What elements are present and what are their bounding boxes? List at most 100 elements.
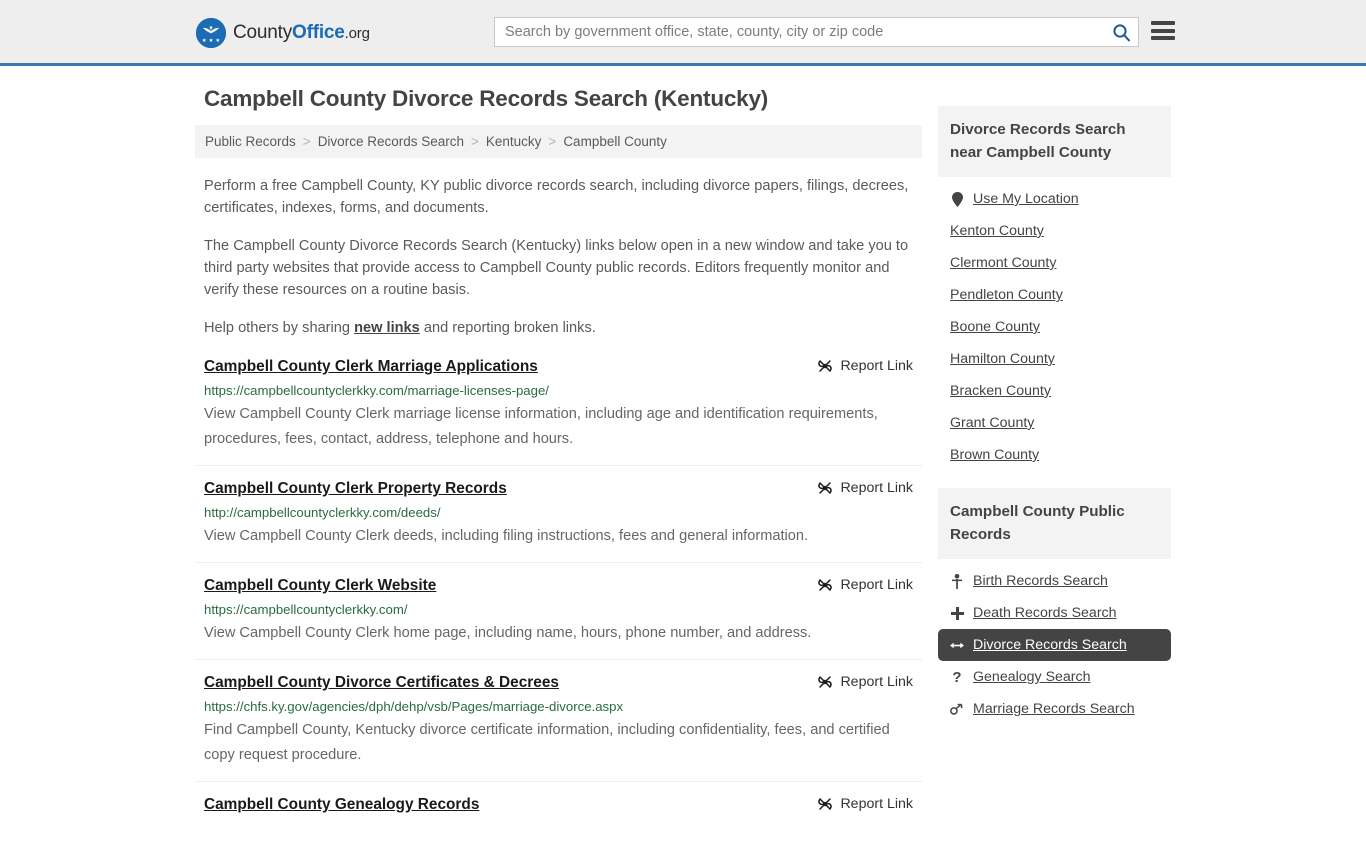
search-icon bbox=[1112, 23, 1130, 41]
result-item: Campbell County Clerk Website Report Lin… bbox=[195, 576, 922, 660]
breadcrumb-item-public-records[interactable]: Public Records bbox=[205, 134, 296, 149]
sidebar-item-label: Birth Records Search bbox=[973, 573, 1108, 589]
report-link-label: Report Link bbox=[840, 674, 913, 690]
intro-p3-before: Help others by sharing bbox=[204, 320, 355, 336]
sidebar-item-grant-county[interactable]: Grant County bbox=[938, 407, 1171, 439]
breadcrumb: Public Records > Divorce Records Search … bbox=[195, 125, 922, 158]
site-header: CountyOffice.org bbox=[0, 0, 1366, 66]
county-office-logo-icon bbox=[196, 18, 226, 48]
report-link-button[interactable]: Report Link bbox=[817, 479, 913, 496]
nearby-list: Use My Location Kenton County Clermont C… bbox=[938, 177, 1171, 471]
search-button[interactable] bbox=[1104, 18, 1138, 46]
report-link-button[interactable]: Report Link bbox=[817, 576, 913, 593]
breadcrumb-item-kentucky[interactable]: Kentucky bbox=[486, 134, 542, 149]
hamburger-bar bbox=[1151, 21, 1175, 25]
result-item: Campbell County Divorce Certificates & D… bbox=[195, 673, 922, 782]
broken-link-icon bbox=[818, 360, 833, 372]
result-item: Campbell County Clerk Property Records R… bbox=[195, 479, 922, 563]
breadcrumb-item-campbell-county: Campbell County bbox=[563, 134, 667, 149]
site-logo[interactable]: CountyOffice.org bbox=[196, 18, 370, 48]
logo-text-org: .org bbox=[344, 25, 370, 42]
report-link-button[interactable]: Report Link bbox=[817, 673, 913, 690]
report-link-label: Report Link bbox=[840, 480, 913, 496]
sidebar-item-label: Use My Location bbox=[973, 191, 1079, 207]
panel-public-records: Campbell County Public Records Birth Rec… bbox=[938, 488, 1171, 725]
intro-paragraph-3: Help others by sharing new links and rep… bbox=[204, 317, 913, 339]
result-url: https://campbellcountyclerkky.com/ bbox=[204, 602, 408, 617]
hamburger-bar bbox=[1151, 36, 1175, 40]
sidebar-item-label: Grant County bbox=[950, 415, 1035, 431]
sidebar-item-hamilton-county[interactable]: Hamilton County bbox=[938, 343, 1171, 375]
search-input[interactable] bbox=[495, 18, 1104, 46]
result-title-link[interactable]: Campbell County Genealogy Records bbox=[204, 795, 479, 815]
result-description: Find Campbell County, Kentucky divorce c… bbox=[204, 722, 890, 763]
result-header: Campbell County Genealogy Records Report… bbox=[204, 795, 913, 815]
result-description: View Campbell County Clerk deeds, includ… bbox=[204, 528, 809, 544]
sidebar-item-label: Boone County bbox=[950, 319, 1040, 335]
page-title: Campbell County Divorce Records Search (… bbox=[204, 86, 769, 111]
breadcrumb-separator: > bbox=[302, 134, 311, 149]
logo-text-office: Office bbox=[292, 22, 345, 43]
intro-p3-after: and reporting broken links. bbox=[419, 320, 596, 336]
cross-icon bbox=[950, 606, 964, 620]
sidebar-item-birth-records-search[interactable]: Birth Records Search bbox=[938, 565, 1171, 597]
logo-wordmark: CountyOffice.org bbox=[233, 22, 370, 44]
breadcrumb-separator: > bbox=[471, 134, 479, 149]
hamburger-bar bbox=[1151, 28, 1175, 33]
broken-link-icon bbox=[818, 676, 833, 688]
result-title-link[interactable]: Campbell County Clerk Property Records bbox=[204, 479, 507, 499]
sidebar-item-clermont-county[interactable]: Clermont County bbox=[938, 247, 1171, 279]
question-mark-icon: ? bbox=[952, 668, 962, 686]
broken-link-icon bbox=[818, 579, 833, 591]
broken-link-icon bbox=[818, 482, 833, 494]
sidebar-item-label: Genealogy Search bbox=[973, 669, 1091, 685]
result-title-link[interactable]: Campbell County Divorce Certificates & D… bbox=[204, 673, 559, 693]
page-body: Campbell County Divorce Records Search (… bbox=[0, 66, 1366, 846]
male-female-icon bbox=[950, 703, 964, 716]
intro-text: Perform a free Campbell County, KY publi… bbox=[195, 175, 922, 339]
sidebar-item-label: Divorce Records Search bbox=[973, 637, 1127, 653]
public-records-list: Birth Records Search Death Records Searc… bbox=[938, 559, 1171, 725]
sidebar-item-label: Brown County bbox=[950, 447, 1040, 463]
sidebar-item-divorce-records-search[interactable]: Divorce Records Search bbox=[938, 629, 1171, 661]
eagle-stars-icon bbox=[196, 18, 226, 48]
sidebar-item-kenton-county[interactable]: Kenton County bbox=[938, 215, 1171, 247]
search-bar bbox=[494, 17, 1139, 47]
results-list: Campbell County Clerk Marriage Applicati… bbox=[195, 357, 922, 833]
left-right-arrow-icon bbox=[950, 640, 964, 651]
report-link-label: Report Link bbox=[840, 358, 913, 374]
panel-nearby-searches: Divorce Records Search near Campbell Cou… bbox=[938, 106, 1171, 471]
logo-text-county: County bbox=[233, 22, 293, 43]
breadcrumb-item-divorce-records-search[interactable]: Divorce Records Search bbox=[318, 134, 464, 149]
report-link-button[interactable]: Report Link bbox=[817, 795, 913, 812]
result-header: Campbell County Clerk Website Report Lin… bbox=[204, 576, 913, 596]
sidebar-item-label: Pendleton County bbox=[950, 287, 1063, 303]
broken-link-icon bbox=[818, 798, 833, 810]
new-links-link[interactable]: new links bbox=[354, 320, 420, 336]
sidebar-item-genealogy-search[interactable]: ? Genealogy Search bbox=[938, 661, 1171, 693]
sidebar-item-bracken-county[interactable]: Bracken County bbox=[938, 375, 1171, 407]
intro-paragraph-1: Perform a free Campbell County, KY publi… bbox=[204, 178, 909, 216]
sidebar-item-label: Bracken County bbox=[950, 383, 1051, 399]
infant-icon bbox=[950, 573, 964, 589]
content-container: Campbell County Divorce Records Search (… bbox=[195, 86, 1171, 846]
report-link-button[interactable]: Report Link bbox=[817, 357, 913, 374]
breadcrumb-separator: > bbox=[548, 134, 557, 149]
main-column: Campbell County Divorce Records Search (… bbox=[195, 86, 922, 846]
result-title-link[interactable]: Campbell County Clerk Website bbox=[204, 576, 436, 596]
result-title-link[interactable]: Campbell County Clerk Marriage Applicati… bbox=[204, 357, 538, 377]
result-url: https://chfs.ky.gov/agencies/dph/dehp/vs… bbox=[204, 699, 624, 714]
sidebar-item-marriage-records-search[interactable]: Marriage Records Search bbox=[938, 693, 1171, 725]
sidebar-item-use-my-location[interactable]: Use My Location bbox=[938, 183, 1171, 215]
sidebar: Divorce Records Search near Campbell Cou… bbox=[938, 86, 1171, 742]
sidebar-item-brown-county[interactable]: Brown County bbox=[938, 439, 1171, 471]
report-link-label: Report Link bbox=[840, 577, 913, 593]
sidebar-item-pendleton-county[interactable]: Pendleton County bbox=[938, 279, 1171, 311]
result-header: Campbell County Clerk Marriage Applicati… bbox=[204, 357, 913, 377]
map-pin-icon bbox=[950, 191, 964, 207]
hamburger-menu-icon[interactable] bbox=[1151, 21, 1175, 40]
result-header: Campbell County Clerk Property Records R… bbox=[204, 479, 913, 499]
result-description: View Campbell County Clerk marriage lice… bbox=[204, 406, 878, 447]
sidebar-item-boone-county[interactable]: Boone County bbox=[938, 311, 1171, 343]
sidebar-item-death-records-search[interactable]: Death Records Search bbox=[938, 597, 1171, 629]
